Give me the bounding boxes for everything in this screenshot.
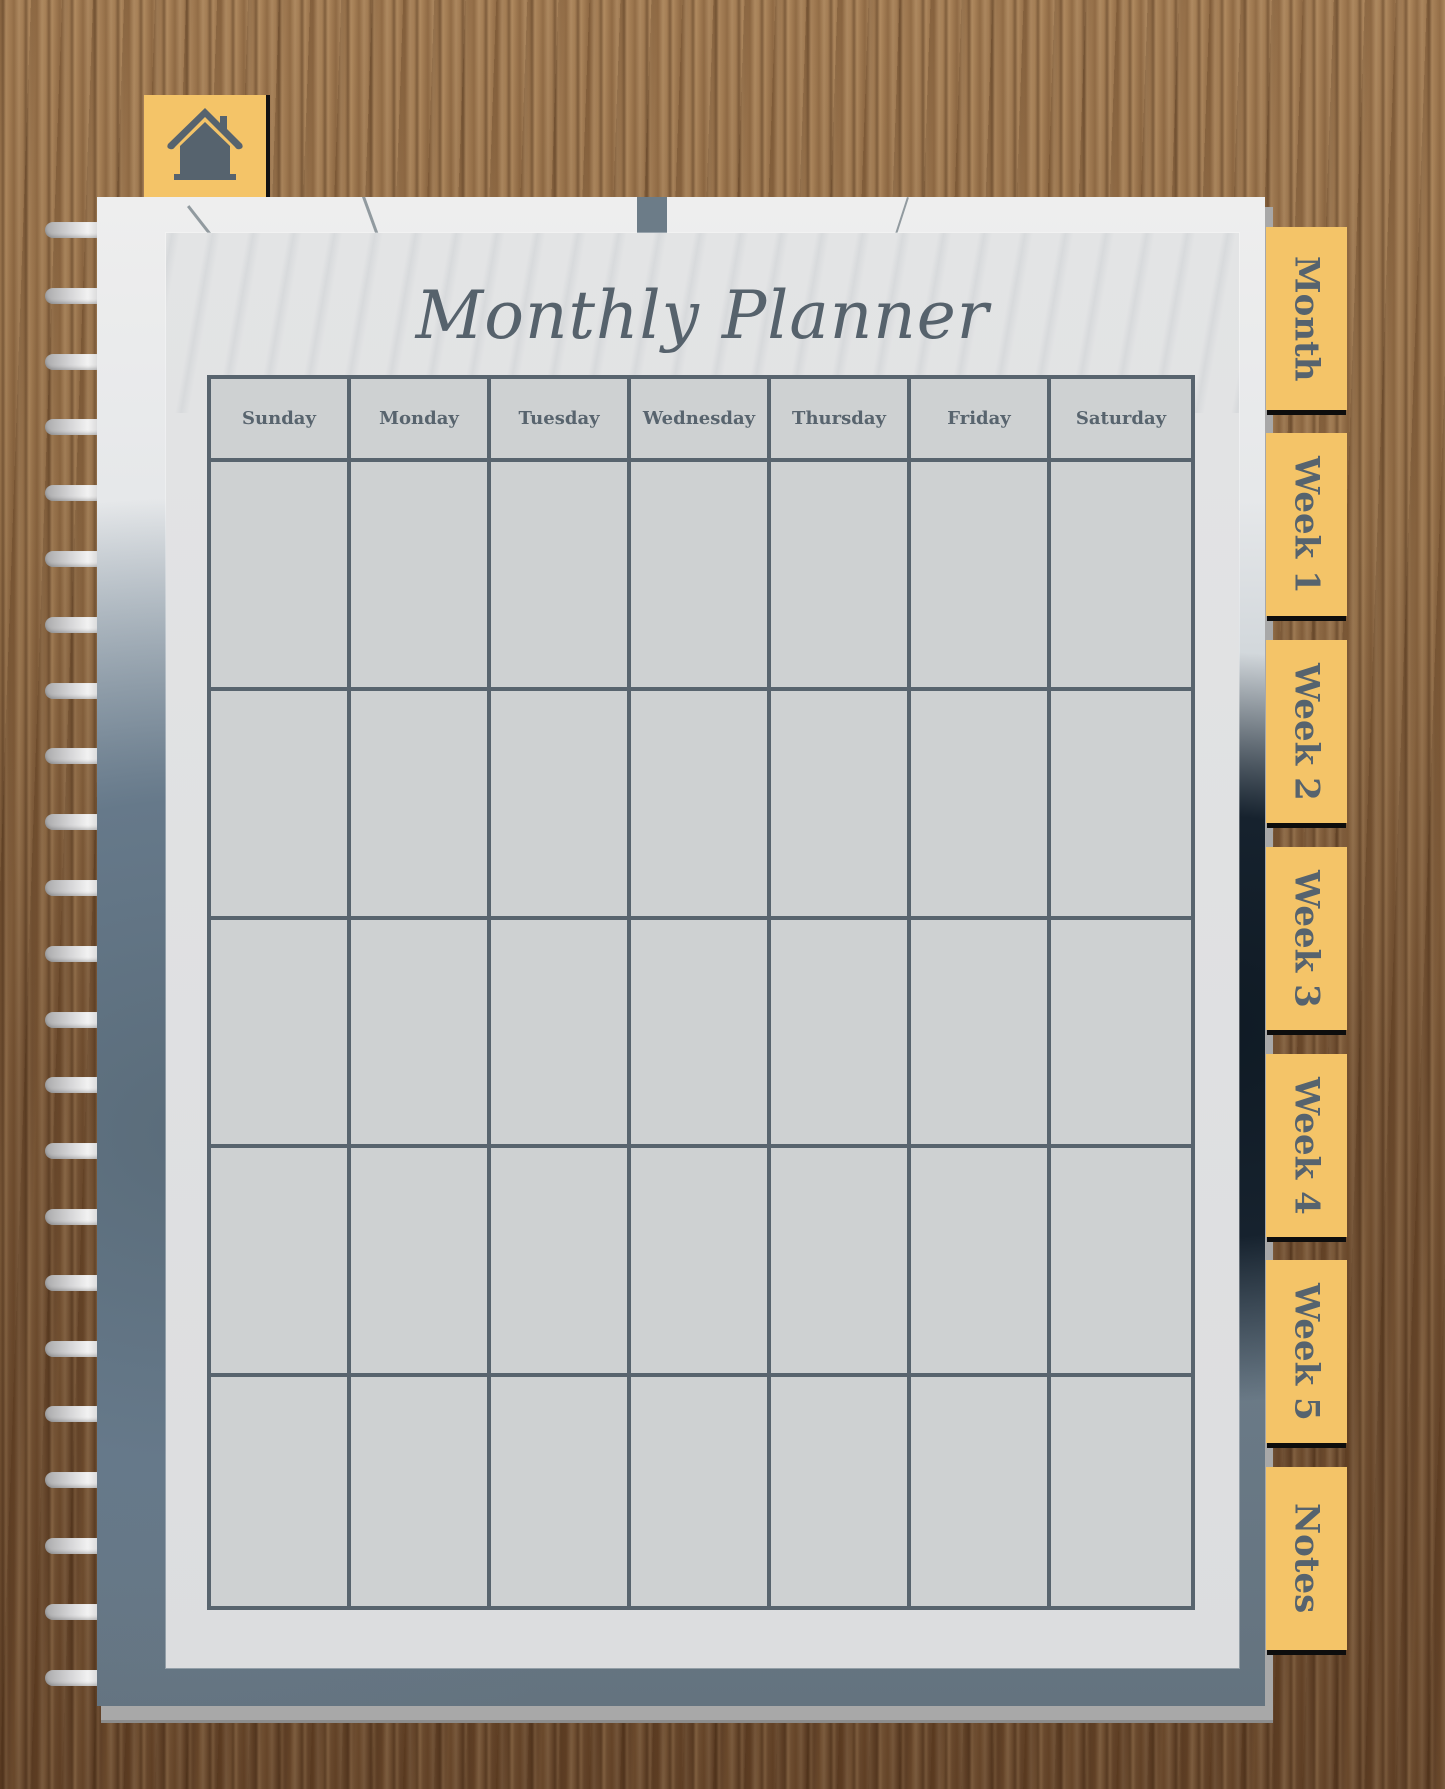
day-cell[interactable] — [211, 1377, 351, 1606]
home-icon — [167, 108, 243, 180]
day-cell[interactable] — [211, 1148, 351, 1378]
tab-notes[interactable]: Notes — [1254, 1461, 1347, 1655]
day-cell[interactable] — [911, 1377, 1051, 1606]
tab-label: Week 4 — [1286, 1076, 1327, 1215]
day-cell[interactable] — [771, 1148, 911, 1378]
day-cell[interactable] — [351, 690, 491, 920]
day-cell[interactable] — [631, 690, 771, 920]
decor-streak — [895, 197, 909, 234]
tab-label: Week 3 — [1286, 869, 1327, 1008]
tab-label: Week 1 — [1286, 455, 1327, 594]
day-cell[interactable] — [771, 919, 911, 1149]
day-cell[interactable] — [771, 690, 911, 920]
tab-week-3[interactable]: Week 3 — [1254, 841, 1347, 1035]
day-cell[interactable] — [631, 462, 771, 691]
day-cell[interactable] — [771, 462, 911, 691]
tab-month[interactable]: Month — [1254, 221, 1347, 415]
tab-label: Week 5 — [1286, 1282, 1327, 1421]
planner-panel: Monthly Planner Sunday Monday Tuesday Wedne… — [166, 233, 1239, 1668]
day-cell[interactable] — [911, 1148, 1051, 1378]
day-cell[interactable] — [1051, 690, 1191, 920]
weekday-header-thursday: Thursday — [771, 379, 911, 462]
weekday-header-tuesday: Tuesday — [491, 379, 631, 462]
day-cell[interactable] — [911, 462, 1051, 691]
tab-label: Month — [1286, 255, 1327, 382]
page-title: Monthly Planner — [415, 277, 990, 354]
day-cell[interactable] — [211, 919, 351, 1149]
day-cell[interactable] — [1051, 1148, 1191, 1378]
day-cell[interactable] — [491, 1377, 631, 1606]
weekday-header-wednesday: Wednesday — [631, 379, 771, 462]
tab-label: Notes — [1286, 1503, 1327, 1614]
weekday-header-friday: Friday — [911, 379, 1051, 462]
day-cell[interactable] — [1051, 919, 1191, 1149]
day-cell[interactable] — [1051, 462, 1191, 691]
tab-week-1[interactable]: Week 1 — [1254, 427, 1347, 621]
day-cell[interactable] — [211, 462, 351, 691]
day-cell[interactable] — [911, 690, 1051, 920]
day-cell[interactable] — [491, 1148, 631, 1378]
calendar-grid: Sunday Monday Tuesday Wednesday Thursday Frid… — [207, 375, 1195, 1610]
day-cell[interactable] — [631, 919, 771, 1149]
tab-week-4[interactable]: Week 4 — [1254, 1048, 1347, 1242]
day-cell[interactable] — [771, 1377, 911, 1606]
planner-page: Monthly Planner Sunday Monday Tuesday Wedne… — [97, 197, 1265, 1706]
day-cell[interactable] — [491, 919, 631, 1149]
weekday-header-sunday: Sunday — [211, 379, 351, 462]
weekday-header-saturday: Saturday — [1051, 379, 1191, 462]
day-cell[interactable] — [631, 1148, 771, 1378]
decor-streak — [637, 197, 667, 235]
day-cell[interactable] — [491, 462, 631, 691]
day-cell[interactable] — [351, 1148, 491, 1378]
day-cell[interactable] — [631, 1377, 771, 1606]
day-cell[interactable] — [911, 919, 1051, 1149]
day-cell[interactable] — [351, 919, 491, 1149]
tab-week-2[interactable]: Week 2 — [1254, 634, 1347, 828]
tab-week-5[interactable]: Week 5 — [1254, 1254, 1347, 1448]
day-cell[interactable] — [211, 690, 351, 920]
home-tab[interactable] — [144, 95, 266, 197]
weekday-header-monday: Monday — [351, 379, 491, 462]
day-cell[interactable] — [351, 462, 491, 691]
tab-label: Week 2 — [1286, 662, 1327, 801]
day-cell[interactable] — [1051, 1377, 1191, 1606]
day-cell[interactable] — [351, 1377, 491, 1606]
day-cell[interactable] — [491, 690, 631, 920]
